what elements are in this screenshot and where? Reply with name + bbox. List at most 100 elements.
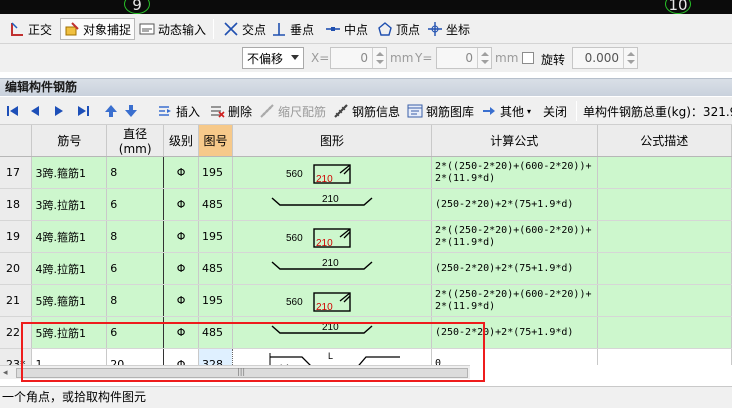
x-spin-buttons[interactable] [372,48,386,68]
figure-no-cell[interactable]: 485 [198,188,233,221]
row-number-cell[interactable]: 23* [0,348,33,365]
grade-cell[interactable]: Φ [163,284,199,317]
formula-cell[interactable]: 0 [431,348,598,365]
rebar-info-button[interactable]: 钢筋信息 [330,100,403,122]
shape-cell[interactable]: 210 [232,252,432,285]
shape-cell[interactable]: HL1LT [232,348,432,365]
description-cell[interactable] [597,316,732,349]
description-cell[interactable] [597,220,732,253]
shape-cell[interactable]: 560 210 [232,284,432,317]
figure-no-cell[interactable]: 195 [198,284,233,317]
name-cell[interactable]: 1 [31,348,108,365]
vertex-snap-button[interactable]: 顶点 [374,18,423,40]
table-row[interactable]: 23* 1 20 Φ 328 HL1LT 0 [0,348,732,365]
column-header-formula[interactable]: 计算公式 [431,125,598,157]
x-offset-input[interactable]: 0 [330,47,387,69]
description-cell[interactable] [597,252,732,285]
intersection-snap-button[interactable]: 交点 [220,18,269,40]
y-offset-input[interactable]: 0 [436,47,492,69]
grade-cell[interactable]: Φ [163,220,199,253]
description-cell[interactable] [597,156,732,189]
description-cell[interactable] [597,188,732,221]
row-number-cell[interactable]: 20 [0,252,33,285]
description-cell[interactable] [597,348,732,365]
table-row[interactable]: 21 5跨.箍筋1 8 Φ 195 560 210 2*((250-2*20)+(600-2*… [0,284,732,317]
name-cell[interactable]: 5跨.拉筋1 [31,316,108,349]
shape-cell[interactable]: 210 [232,188,432,221]
formula-cell[interactable]: 2*((250-2*20)+(600-2*20))+ 2*(11.9*d) [431,156,598,189]
rebar-library-button[interactable]: 钢筋图库 [404,100,477,122]
name-cell[interactable]: 3跨.拉筋1 [31,188,108,221]
diameter-cell[interactable]: 6 [106,252,165,285]
diameter-cell[interactable]: 6 [106,316,165,349]
dynamic-input-button[interactable]: 动态输入 [136,18,209,40]
column-header-shape[interactable]: 图形 [232,125,432,157]
grade-cell[interactable]: Φ [163,316,199,349]
column-header-name[interactable]: 筋号 [31,125,108,157]
figure-no-cell[interactable]: 328 [198,348,233,365]
close-button[interactable]: 关闭 [540,100,570,122]
scroll-left-icon[interactable]: ◂ [3,368,8,378]
move-down-icon[interactable] [124,104,138,118]
horizontal-scrollbar[interactable]: ◂ ||| [0,365,470,379]
figure-no-cell[interactable]: 195 [198,156,233,189]
midpoint-snap-button[interactable]: 中点 [322,18,371,40]
row-number-cell[interactable]: 21 [0,284,33,317]
table-row[interactable]: 17 3跨.箍筋1 8 Φ 195 560 210 2*((250-2*20)+(600-2*… [0,156,732,189]
figure-no-cell[interactable]: 485 [198,316,233,349]
formula-cell[interactable]: (250-2*20)+2*(75+1.9*d) [431,252,598,285]
formula-cell[interactable]: (250-2*20)+2*(75+1.9*d) [431,316,598,349]
first-record-icon[interactable] [6,104,20,118]
row-number-cell[interactable]: 18 [0,188,33,221]
shape-cell[interactable]: 560 210 [232,220,432,253]
shape-cell[interactable]: 560 210 [232,156,432,189]
name-cell[interactable]: 3跨.箍筋1 [31,156,108,189]
y-spin-buttons[interactable] [477,48,491,68]
scrollbar-thumb[interactable]: ||| [16,367,468,378]
table-row[interactable]: 19 4跨.箍筋1 8 Φ 195 560 210 2*((250-2*20)+(600-2*… [0,220,732,253]
rotate-input[interactable]: 0.000 [572,47,638,69]
table-row[interactable]: 22 5跨.拉筋1 6 Φ 485 210 (250-2*20)+2*(75+1.9*d) [0,316,732,349]
diameter-cell[interactable]: 8 [106,220,165,253]
move-up-icon[interactable] [104,104,118,118]
grade-cell[interactable]: Φ [163,188,199,221]
description-cell[interactable] [597,284,732,317]
row-number-cell[interactable]: 22 [0,316,33,349]
row-number-cell[interactable]: 19 [0,220,33,253]
insert-button[interactable]: 插入 [154,100,203,122]
row-number-cell[interactable]: 17 [0,156,33,189]
other-menu-button[interactable]: 其他 ▾ [478,100,534,122]
rotate-spin-buttons[interactable] [623,48,637,68]
name-cell[interactable]: 4跨.箍筋1 [31,220,108,253]
figure-no-cell[interactable]: 195 [198,220,233,253]
column-header-diameter[interactable]: 直径(mm) [106,125,165,157]
column-header-grade[interactable]: 级别 [163,125,199,157]
shape-cell[interactable]: 210 [232,316,432,349]
grade-cell[interactable]: Φ [163,156,199,189]
formula-cell[interactable]: (250-2*20)+2*(75+1.9*d) [431,188,598,221]
figure-no-cell[interactable]: 485 [198,252,233,285]
column-header-figure-no[interactable]: 图号 [198,125,233,157]
next-record-icon[interactable] [52,104,66,118]
diameter-cell[interactable]: 6 [106,188,165,221]
last-record-icon[interactable] [76,104,90,118]
formula-cell[interactable]: 2*((250-2*20)+(600-2*20))+ 2*(11.9*d) [431,284,598,317]
formula-cell[interactable]: 2*((250-2*20)+(600-2*20))+ 2*(11.9*d) [431,220,598,253]
name-cell[interactable]: 5跨.箍筋1 [31,284,108,317]
grade-cell[interactable]: Φ [163,348,199,365]
object-snap-button[interactable]: 对象捕捉 [60,18,136,40]
coordinate-snap-button[interactable]: 坐标 [424,18,473,40]
grade-cell[interactable]: Φ [163,252,199,285]
prev-record-icon[interactable] [28,104,42,118]
diameter-cell[interactable]: 8 [106,284,165,317]
delete-button[interactable]: 删除 [206,100,255,122]
offset-mode-select[interactable]: 不偏移 [242,47,304,69]
rotate-checkbox[interactable] [522,52,534,64]
diameter-cell[interactable]: 20 [106,348,165,365]
column-header-description[interactable]: 公式描述 [597,125,732,157]
name-cell[interactable]: 4跨.拉筋1 [31,252,108,285]
scale-rebar-button[interactable]: 缩尺配筋 [256,100,329,122]
table-row[interactable]: 20 4跨.拉筋1 6 Φ 485 210 (250-2*20)+2*(75+1.9*d) [0,252,732,285]
perpendicular-snap-button[interactable]: 垂点 [268,18,317,40]
table-row[interactable]: 18 3跨.拉筋1 6 Φ 485 210 (250-2*20)+2*(75+1.9*d) [0,188,732,221]
